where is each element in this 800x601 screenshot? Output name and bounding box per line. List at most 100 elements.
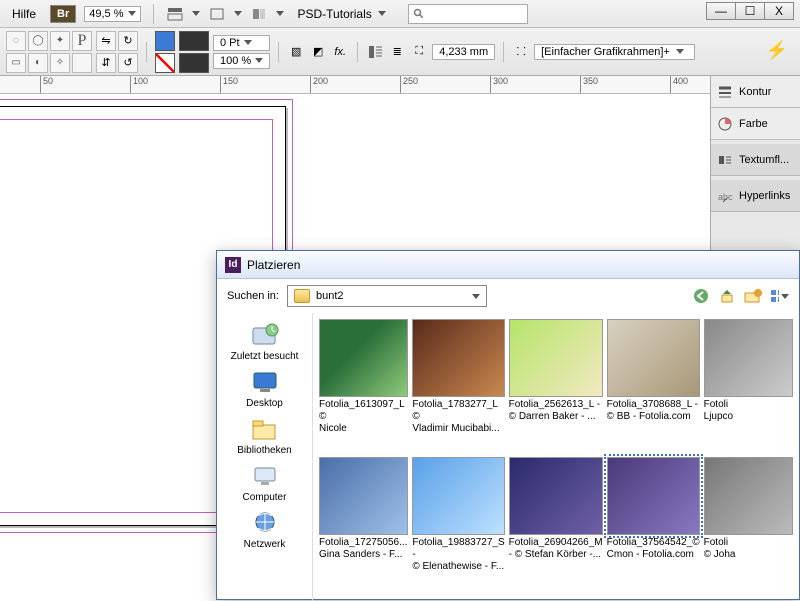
place-network[interactable]: Netzwerk [244, 507, 286, 552]
close-button[interactable]: X [764, 2, 794, 20]
screen-mode-icon[interactable] [208, 5, 226, 23]
folder-icon [294, 289, 310, 303]
thumbnail-image [607, 319, 700, 397]
thumbnail-image [704, 457, 793, 535]
ruler-tick: 50 [40, 76, 53, 94]
quick-apply-icon[interactable]: ⚡ [766, 40, 788, 61]
corner-options-icon[interactable]: ⸬ [512, 43, 530, 61]
fx-icon[interactable]: fx. [331, 43, 349, 61]
search-input[interactable] [408, 4, 528, 24]
tool-icon[interactable]: ✦ [50, 31, 70, 51]
search-icon [413, 8, 425, 20]
tool-icon[interactable]: ◐ [28, 53, 48, 73]
places-sidebar: Zuletzt besucht Desktop Bibliotheken Com… [217, 313, 313, 601]
place-recent[interactable]: Zuletzt besucht [231, 319, 299, 364]
dialog-titlebar[interactable]: Id Platzieren [217, 251, 799, 279]
place-computer[interactable]: Computer [243, 460, 287, 505]
dialog-body: Zuletzt besucht Desktop Bibliotheken Com… [217, 313, 799, 601]
measure-field[interactable]: 4,233 mm [432, 44, 495, 60]
file-thumb[interactable]: FotoliLjupco [704, 319, 793, 453]
new-folder-button[interactable] [743, 286, 763, 306]
panel-dock: Kontur Farbe Textumfl... abc Hyperlinks [710, 76, 800, 276]
thumbnail-image [412, 457, 504, 535]
view-options-icon[interactable] [166, 5, 184, 23]
separator [503, 42, 504, 62]
thumbnail-image [509, 319, 603, 397]
workspace-switcher[interactable]: PSD-Tutorials [292, 7, 392, 21]
tool-letter-p[interactable]: P [72, 31, 92, 51]
tool-icon[interactable]: ✧ [50, 53, 70, 73]
hyperlinks-panel-icon: abc [717, 188, 733, 204]
tool-icon[interactable] [72, 53, 92, 73]
file-thumb[interactable]: Fotolia_26904266_M- © Stefan Körber -... [509, 457, 603, 591]
maximize-button[interactable]: ☐ [735, 2, 765, 20]
stroke-panel-icon [717, 84, 733, 100]
separator [153, 4, 154, 24]
file-grid: Fotolia_1613097_L ©Nicole Steinbichler..… [313, 313, 799, 601]
panel-kontur[interactable]: Kontur [711, 76, 800, 108]
textwrap-panel-icon [717, 152, 733, 168]
zoom-value: 49,5 % [89, 8, 123, 20]
stroke-style-swatch[interactable] [179, 31, 209, 51]
minimize-button[interactable]: — [706, 2, 736, 20]
chevron-down-icon[interactable] [192, 11, 200, 16]
thumbnail-image [509, 457, 603, 535]
chevron-down-icon[interactable] [276, 11, 284, 16]
drop-shadow-icon[interactable]: ◩ [309, 43, 327, 61]
fill-color-swatch[interactable] [155, 31, 175, 51]
tool-icon[interactable]: ◯ [28, 31, 48, 51]
chevron-down-icon [244, 40, 252, 45]
folder-name: bunt2 [316, 290, 344, 302]
chevron-down-icon [472, 294, 480, 299]
panel-textumfluss[interactable]: Textumfl... [711, 144, 800, 176]
thumbnail-image [412, 319, 504, 397]
text-wrap-icon[interactable] [366, 43, 384, 61]
file-thumb[interactable]: Fotolia_1613097_L ©Nicole Steinbichler..… [319, 319, 408, 453]
back-button[interactable] [691, 286, 711, 306]
file-thumb[interactable]: Fotolia_19883727_S -© Elenathewise - F..… [412, 457, 504, 591]
tool-icon[interactable]: ◌ [6, 31, 26, 51]
window-controls: — ☐ X [707, 2, 794, 20]
text-wrap-icon[interactable]: ≣ [388, 43, 406, 61]
chevron-down-icon [781, 294, 789, 299]
file-thumb[interactable]: Fotoli© Joha [704, 457, 793, 591]
rotate-ccw-icon[interactable]: ↺ [118, 53, 138, 73]
ruler-tick: 100 [130, 76, 148, 94]
app-menubar: Hilfe Br 49,5 % PSD-Tutorials — ☐ X [0, 0, 800, 28]
ruler-tick: 400 [670, 76, 688, 94]
crop-icon[interactable]: ⛶ [410, 43, 428, 61]
rotate-icon[interactable]: ↻ [118, 31, 138, 51]
zoom-field[interactable]: 49,5 % [84, 6, 140, 22]
menu-help[interactable]: Hilfe [6, 5, 42, 23]
opacity-field[interactable]: 100 % [213, 53, 270, 69]
workspace-label: PSD-Tutorials [298, 7, 372, 21]
up-button[interactable] [717, 286, 737, 306]
stroke-color-swatch[interactable] [155, 53, 175, 73]
object-style-combo[interactable]: [Einfacher Grafikrahmen]+ [534, 44, 695, 60]
horizontal-ruler: 50 100 150 200 250 300 350 400 [0, 76, 720, 94]
bridge-button[interactable]: Br [50, 5, 76, 23]
view-menu-button[interactable] [769, 286, 789, 306]
file-thumb[interactable]: Fotolia_2562613_L -© Darren Baker - ... [509, 319, 603, 453]
file-thumb[interactable]: Fotolia_3708688_L -© BB - Fotolia.com [607, 319, 700, 453]
stroke-style-swatch[interactable] [179, 53, 209, 73]
arrange-icon[interactable] [250, 5, 268, 23]
stroke-weight-field[interactable]: 0 Pt [213, 35, 270, 51]
panel-farbe[interactable]: Farbe [711, 108, 800, 140]
flip-v-icon[interactable]: ⇵ [96, 53, 116, 73]
file-thumb[interactable]: Fotolia_1783277_L ©Vladimir Mucibabi... [412, 319, 504, 453]
place-desktop[interactable]: Desktop [246, 366, 283, 411]
file-thumb[interactable]: Fotolia_17275056...Gina Sanders - F... [319, 457, 408, 591]
separator [146, 42, 147, 62]
place-libraries[interactable]: Bibliotheken [237, 413, 291, 458]
chevron-down-icon [255, 58, 263, 63]
file-thumb[interactable]: Fotolia_37564542_©Cmon - Fotolia.com [607, 457, 700, 591]
chevron-down-icon[interactable] [234, 11, 242, 16]
tool-icon[interactable]: ▭ [6, 53, 26, 73]
flip-h-icon[interactable]: ⇋ [96, 31, 116, 51]
ruler-tick: 200 [310, 76, 328, 94]
chevron-down-icon [378, 11, 386, 16]
folder-combo[interactable]: bunt2 [287, 285, 487, 307]
panel-hyperlinks[interactable]: abc Hyperlinks [711, 180, 800, 212]
effects-icon[interactable]: ▧ [287, 43, 305, 61]
